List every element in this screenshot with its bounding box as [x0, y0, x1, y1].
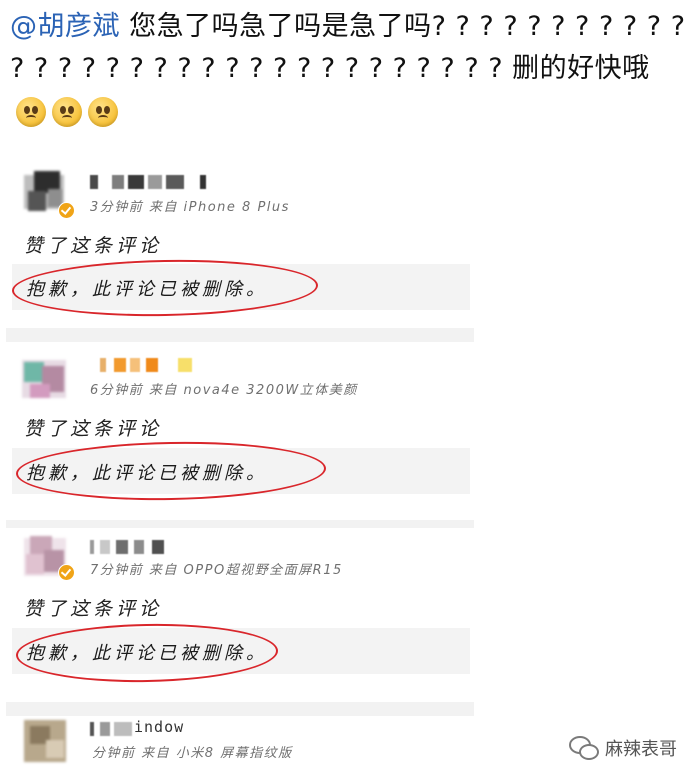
username-text[interactable]: indow [134, 718, 184, 736]
wechat-icon [569, 736, 599, 760]
comment-meta: 7分钟前 来自 OPPO超视野全面屏R15 [90, 563, 343, 578]
comment-card: indow 分钟前 来自 小米8 屏幕指纹版 [6, 716, 474, 775]
comment-card: 7分钟前 来自 OPPO超视野全面屏R15 赞了这条评论 抱歉，此评论已被删除。 [6, 528, 474, 702]
username-blurred[interactable] [90, 175, 210, 189]
watermark: 麻辣表哥 [569, 735, 677, 761]
deleted-comment-text: 抱歉，此评论已被删除。 [26, 279, 268, 300]
deleted-comment-text: 抱歉，此评论已被删除。 [26, 643, 268, 664]
comment-body: 赞了这条评论 [24, 598, 163, 620]
verified-badge-icon [58, 564, 75, 581]
verified-badge-icon [58, 202, 75, 219]
username-blurred[interactable] [100, 358, 210, 372]
comment-body: 赞了这条评论 [24, 235, 163, 257]
quoted-comment[interactable]: 抱歉，此评论已被删除。 [12, 628, 470, 674]
post-text: @胡彦斌 您急了吗急了吗是急了吗? ? ? ? ? ? ? ? ? ? ? ? … [10, 6, 690, 132]
comment-divider [6, 520, 474, 528]
screenshot-page: @胡彦斌 您急了吗急了吗是急了吗? ? ? ? ? ? ? ? ? ? ? ? … [0, 0, 697, 775]
quoted-comment[interactable]: 抱歉，此评论已被删除。 [12, 264, 470, 310]
comment-card: 6分钟前 来自 nova4e 3200W立体美颜 赞了这条评论 抱歉，此评论已被… [6, 342, 474, 520]
comment-meta: 分钟前 来自 小米8 屏幕指纹版 [92, 746, 293, 761]
avatar[interactable] [20, 356, 70, 402]
comment-divider [6, 328, 474, 342]
username-blurred[interactable] [90, 540, 200, 554]
comment-meta: 3分钟前 来自 iPhone 8 Plus [90, 200, 290, 215]
sad-face-emoji [88, 96, 118, 127]
deleted-comment-text: 抱歉，此评论已被删除。 [26, 463, 268, 484]
sad-face-emoji [52, 96, 82, 127]
comment-card: 3分钟前 来自 iPhone 8 Plus 赞了这条评论 抱歉，此评论已被删除。 [6, 136, 474, 328]
mention-link[interactable]: @胡彦斌 [10, 11, 120, 42]
comment-screenshot-panel: 3分钟前 来自 iPhone 8 Plus 赞了这条评论 抱歉，此评论已被删除。 [6, 136, 474, 775]
comment-meta: 6分钟前 来自 nova4e 3200W立体美颜 [90, 383, 358, 398]
comment-divider [6, 702, 474, 716]
quoted-comment[interactable]: 抱歉，此评论已被删除。 [12, 448, 470, 494]
sad-face-emoji [16, 96, 46, 127]
watermark-text: 麻辣表哥 [605, 739, 677, 760]
avatar[interactable] [20, 718, 70, 764]
comment-body: 赞了这条评论 [24, 418, 163, 440]
